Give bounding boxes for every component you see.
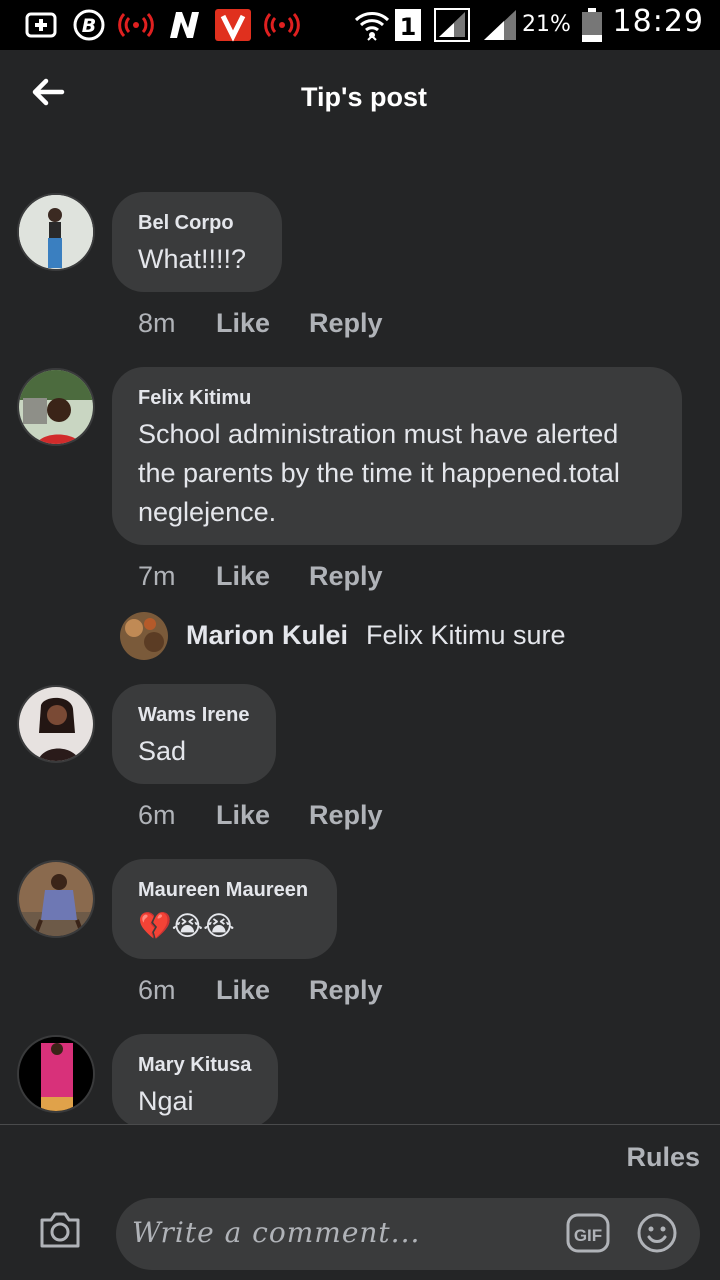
clock: 18:29 [612, 4, 704, 39]
reply-author[interactable]: Marion Kulei [186, 620, 348, 651]
comment-author[interactable]: Maureen Maureen [138, 877, 311, 903]
plus-box-icon [24, 8, 58, 42]
n-logo-icon [166, 8, 202, 42]
comment-bubble[interactable]: Bel Corpo What!!!!? [112, 192, 282, 292]
camera-icon[interactable] [38, 1210, 82, 1250]
svg-text:1: 1 [400, 13, 417, 41]
comment-text: Sad [138, 736, 187, 766]
avatar[interactable] [17, 1035, 95, 1113]
svg-text:GIF: GIF [574, 1226, 602, 1245]
comment-author[interactable]: Felix Kitimu [138, 385, 656, 411]
emoji-icon[interactable] [636, 1212, 678, 1254]
comment-text: Ngai [138, 1086, 194, 1116]
avatar[interactable] [17, 193, 95, 271]
comment-time: 7m [138, 561, 176, 591]
like-button[interactable]: Like [216, 797, 270, 833]
battery-icon [580, 8, 604, 42]
comment-bubble[interactable]: Mary Kitusa Ngai [112, 1034, 278, 1128]
battery-percentage: 21% [522, 12, 571, 37]
reply-text: Felix Kitimu sure [366, 620, 566, 650]
like-button[interactable]: Like [216, 305, 270, 341]
reply-button[interactable]: Reply [309, 972, 383, 1008]
reply-button[interactable]: Reply [309, 797, 383, 833]
avatar[interactable] [17, 368, 95, 446]
svg-text:B: B [82, 15, 96, 37]
comment-author[interactable]: Mary Kitusa [138, 1052, 252, 1078]
broadcast-icon [264, 8, 300, 42]
comment-text: School administration must have alerted … [138, 419, 620, 527]
avatar[interactable] [17, 685, 95, 763]
page-title: Tip's post [301, 82, 427, 112]
comment-author[interactable]: Bel Corpo [138, 210, 256, 236]
comment-time: 6m [138, 800, 176, 830]
broadcast-icon [118, 8, 154, 42]
header: Tip's post [0, 50, 720, 146]
comment-bubble[interactable]: Maureen Maureen 💔😭😭 [112, 859, 337, 959]
signal-icon [482, 8, 518, 42]
divider [0, 1124, 720, 1125]
b-circle-icon: B [72, 8, 106, 42]
comment-bubble[interactable]: Felix Kitimu School administration must … [112, 367, 682, 545]
reply-button[interactable]: Reply [309, 558, 383, 594]
reply-button[interactable]: Reply [309, 305, 383, 341]
v-logo-icon [214, 8, 252, 42]
comment-time: 8m [138, 308, 176, 338]
wifi-icon [354, 8, 390, 42]
comment-input[interactable]: Write a comment... GIF [116, 1198, 700, 1270]
comment-input-placeholder: Write a comment... [132, 1216, 421, 1249]
comment-text: What!!!!? [138, 244, 247, 274]
comment-time: 6m [138, 975, 176, 1005]
sim-1-icon: 1 [394, 8, 422, 42]
comment-text: 💔😭😭 [138, 911, 235, 941]
signal-icon [434, 8, 470, 42]
avatar[interactable] [17, 860, 95, 938]
like-button[interactable]: Like [216, 972, 270, 1008]
rules-link[interactable]: Rules [626, 1142, 700, 1173]
avatar[interactable] [120, 612, 168, 660]
comment-author[interactable]: Wams Irene [138, 702, 250, 728]
like-button[interactable]: Like [216, 558, 270, 594]
gif-icon[interactable]: GIF [566, 1212, 610, 1254]
comment-bubble[interactable]: Wams Irene Sad [112, 684, 276, 784]
status-bar: B 1 21% 18:29 [0, 0, 720, 50]
